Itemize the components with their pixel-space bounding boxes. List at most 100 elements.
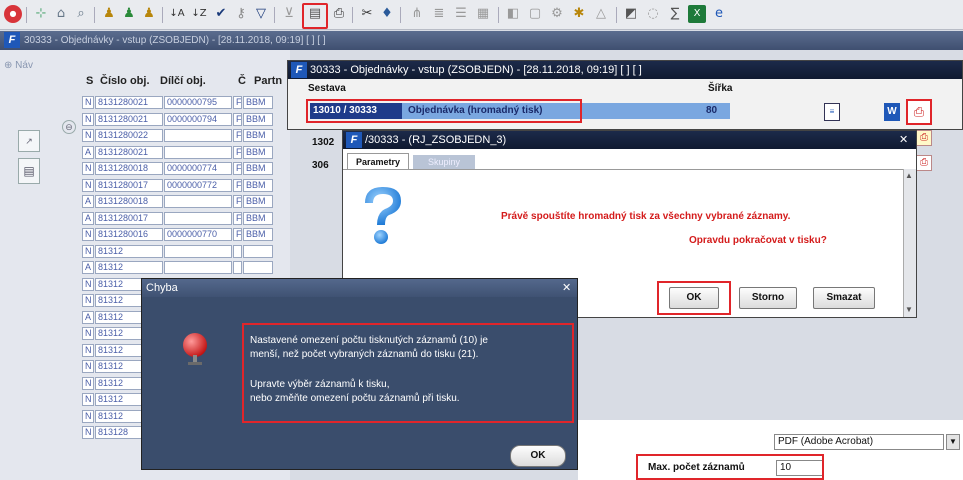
param-scrollbar[interactable]: ▲ ▼ xyxy=(903,169,916,317)
table-cell[interactable] xyxy=(164,129,232,142)
print-icon[interactable]: ⎙ xyxy=(330,5,348,23)
table-row[interactable]: A 81312 xyxy=(82,261,290,274)
word-export-icon[interactable]: W xyxy=(884,103,900,121)
table-cell[interactable]: F xyxy=(233,129,242,142)
table-cell[interactable] xyxy=(164,261,232,274)
table-row[interactable]: N 8131280017 0000000772 F BBM xyxy=(82,178,290,192)
table-cell[interactable]: A xyxy=(82,211,94,225)
close-icon[interactable]: ✕ xyxy=(562,279,571,297)
cut-icon[interactable]: ✂ xyxy=(358,5,376,23)
table-cell[interactable] xyxy=(164,145,232,159)
table-row[interactable]: N 81312 xyxy=(82,244,290,258)
tab-skupiny[interactable]: Skupiny xyxy=(413,155,475,169)
table-row[interactable]: N 8131280021 0000000794 F BBM xyxy=(82,112,290,126)
table-row[interactable]: N 8131280018 0000000774 F BBM xyxy=(82,162,290,175)
tag-icon[interactable]: ♦ xyxy=(378,5,396,23)
user-db-icon[interactable]: ♟ xyxy=(100,5,118,23)
pdf-icon-row3[interactable]: ⎙ xyxy=(916,155,932,171)
filter-icon[interactable]: ▽ xyxy=(252,5,270,23)
table-cell[interactable]: N xyxy=(82,409,94,423)
stop-icon[interactable]: ● xyxy=(4,5,22,23)
table-cell[interactable]: F xyxy=(233,195,242,208)
ie-icon[interactable]: e xyxy=(710,5,728,23)
table-cell[interactable]: A xyxy=(82,261,94,274)
table-row[interactable]: A 8131280017 F BBM xyxy=(82,211,290,225)
table-cell[interactable]: BBM xyxy=(243,228,273,241)
table-cell[interactable]: 8131280022 xyxy=(95,129,163,142)
table-cell[interactable]: N xyxy=(82,96,94,109)
table-cell[interactable]: N xyxy=(82,162,94,175)
expand-icon[interactable]: ⊖ xyxy=(62,120,76,134)
pdf-export-icon[interactable]: ⎙ xyxy=(906,99,932,125)
check-icon[interactable]: ✔ xyxy=(212,5,230,23)
table-cell[interactable] xyxy=(164,244,232,258)
table-cell[interactable]: F xyxy=(233,112,242,126)
table-cell[interactable]: 0000000794 xyxy=(164,112,232,126)
user-db-2-icon[interactable]: ♟ xyxy=(120,5,138,23)
table-cell[interactable]: 8131280017 xyxy=(95,211,163,225)
table-cell[interactable] xyxy=(233,261,242,274)
report-list-icon[interactable]: ▤ xyxy=(302,3,328,29)
table-cell[interactable]: 0000000774 xyxy=(164,162,232,175)
table-cell[interactable]: 0000000795 xyxy=(164,96,232,109)
filter-clear-icon[interactable]: ⊻ xyxy=(280,5,298,23)
table-cell[interactable] xyxy=(243,261,273,274)
table-cell[interactable]: N xyxy=(82,294,94,307)
table-cell[interactable]: 0000000770 xyxy=(164,228,232,241)
table-cell[interactable]: N xyxy=(82,178,94,192)
table-row[interactable]: A 8131280018 F BBM xyxy=(82,195,290,208)
table-cell[interactable]: A xyxy=(82,310,94,324)
sort-asc-icon[interactable]: ↓A xyxy=(168,5,186,23)
table-cell[interactable]: N xyxy=(82,426,94,439)
table-cell[interactable]: 0000000772 xyxy=(164,178,232,192)
smazat-button[interactable]: Smazat xyxy=(813,287,875,309)
table-cell[interactable]: N xyxy=(82,129,94,142)
table-cell[interactable]: N xyxy=(82,327,94,340)
table-cell[interactable] xyxy=(233,244,242,258)
format-select[interactable]: PDF (Adobe Acrobat) xyxy=(774,434,944,450)
table-cell[interactable]: A xyxy=(82,195,94,208)
table-cell[interactable]: F xyxy=(233,162,242,175)
table-cell[interactable]: N xyxy=(82,343,94,357)
col-header-cislo[interactable]: Číslo obj. xyxy=(100,75,150,87)
table-cell[interactable]: N xyxy=(82,376,94,390)
table-cell[interactable]: BBM xyxy=(243,178,273,192)
sort-desc-icon[interactable]: ↓Z xyxy=(190,5,208,23)
table-cell[interactable]: F xyxy=(233,96,242,109)
pdf-icon-row2[interactable]: ⎙ xyxy=(916,130,932,146)
table-cell[interactable]: N xyxy=(82,277,94,291)
table-cell[interactable]: 8131280021 xyxy=(95,145,163,159)
table-cell[interactable]: 8131280018 xyxy=(95,162,163,175)
chevron-down-icon[interactable]: ▼ xyxy=(946,434,960,450)
table-cell[interactable]: BBM xyxy=(243,112,273,126)
window-icon[interactable]: ◩ xyxy=(622,5,640,23)
table-cell[interactable]: 81312 xyxy=(95,244,163,258)
grid-icon[interactable]: ☰ xyxy=(452,5,470,23)
tab-parametry[interactable]: Parametry xyxy=(347,153,409,169)
scroll-up-icon[interactable]: ▲ xyxy=(905,171,913,180)
table-row[interactable]: N 8131280016 0000000770 F BBM xyxy=(82,228,290,241)
error-ok-button[interactable]: OK xyxy=(510,445,566,467)
table-cell[interactable]: BBM xyxy=(243,96,273,109)
table-icon[interactable]: ▦ xyxy=(474,5,492,23)
scroll-down-icon[interactable]: ▼ xyxy=(905,305,913,314)
sum-icon[interactable]: ∑ xyxy=(666,5,684,23)
table-cell[interactable]: A xyxy=(82,145,94,159)
excel-icon[interactable]: X xyxy=(688,5,706,23)
table-cell[interactable] xyxy=(164,211,232,225)
col-header-dilci[interactable]: Dílčí obj. xyxy=(160,75,206,87)
table-cell[interactable]: 81312 xyxy=(95,261,163,274)
home-icon[interactable]: ⌂ xyxy=(52,5,70,23)
table-cell[interactable]: F xyxy=(233,145,242,159)
table-cell[interactable]: BBM xyxy=(243,145,273,159)
col-header-s[interactable]: S xyxy=(86,75,93,87)
table-row[interactable]: A 8131280021 F BBM xyxy=(82,145,290,159)
table-cell[interactable]: 8131280016 xyxy=(95,228,163,241)
table-cell[interactable]: BBM xyxy=(243,195,273,208)
key-icon[interactable]: ⚷ xyxy=(232,5,250,23)
table-cell[interactable]: 8131280021 xyxy=(95,96,163,109)
table-cell[interactable]: F xyxy=(233,228,242,241)
tree-icon[interactable]: ⋔ xyxy=(408,5,426,23)
storno-button[interactable]: Storno xyxy=(739,287,797,309)
gear-icon[interactable]: ⚙ xyxy=(548,5,566,23)
